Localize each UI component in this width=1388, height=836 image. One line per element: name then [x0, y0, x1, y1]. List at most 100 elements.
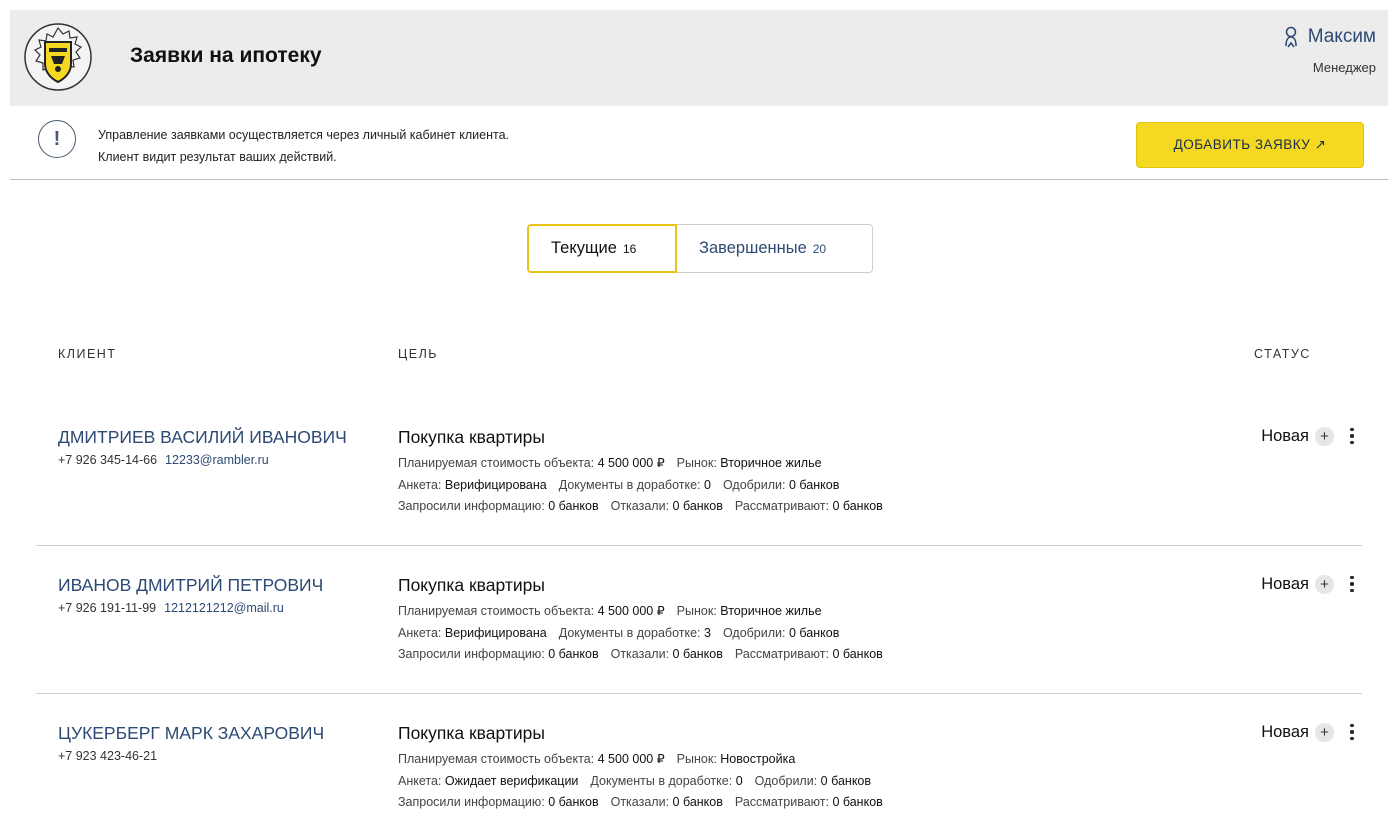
- table-row[interactable]: ДМИТРИЕВ ВАСИЛИЙ ИВАНОВИЧ +7 926 345-14-6…: [36, 425, 1362, 574]
- approved-label: Одобрили:: [722, 625, 786, 640]
- reviewing-label: Рассматривают:: [734, 795, 829, 809]
- requested-value: 0 банков: [548, 795, 599, 809]
- tab-label: Текущие: [551, 239, 617, 257]
- form-value: Верифицирована: [444, 477, 547, 492]
- row-divider: [36, 693, 1362, 694]
- client-contacts: +7 923 423-46-21: [58, 749, 157, 763]
- form-label: Анкета:: [398, 773, 442, 788]
- status-cell: Новая +: [1261, 425, 1362, 447]
- plus-icon[interactable]: +: [1315, 722, 1334, 742]
- market-label: Рынок:: [676, 752, 717, 766]
- user-icon: [1284, 26, 1297, 48]
- docs-value: 0: [735, 773, 743, 788]
- status-badge: Новая: [1261, 722, 1309, 741]
- goal-details: Планируемая стоимость объекта: 4 500 000…: [398, 453, 895, 518]
- goal-title: Покупка квартиры: [398, 427, 545, 447]
- rejected-value: 0 банков: [672, 499, 723, 513]
- status-badge: Новая: [1261, 574, 1309, 593]
- add-application-button[interactable]: ДОБАВИТЬ ЗАЯВКУ ↗: [1136, 122, 1364, 168]
- more-vertical-icon[interactable]: [1342, 721, 1362, 743]
- docs-label: Документы в доработке:: [558, 477, 701, 492]
- user-name[interactable]: Максим: [1308, 26, 1376, 48]
- docs-label: Документы в доработке:: [558, 625, 701, 640]
- price-value: 4 500 000 ₽: [597, 752, 665, 766]
- plus-icon[interactable]: +: [1315, 574, 1334, 594]
- more-vertical-icon[interactable]: [1342, 425, 1362, 447]
- client-name[interactable]: ДМИТРИЕВ ВАСИЛИЙ ИВАНОВИЧ: [58, 427, 347, 448]
- tab-count: 20: [812, 241, 827, 256]
- client-phone: +7 923 423-46-21: [58, 749, 158, 763]
- rejected-value: 0 банков: [672, 647, 723, 661]
- table-row[interactable]: ИВАНОВ ДМИТРИЙ ПЕТРОВИЧ +7 926 191-11-99 1…: [36, 573, 1362, 722]
- client-phone: +7 926 191-11-99: [58, 601, 157, 615]
- rejected-label: Отказали:: [610, 499, 670, 513]
- client-contacts: +7 926 191-11-99 1212121212@mail.ru: [58, 601, 284, 615]
- app-header: Заявки на ипотеку Максим Менеджер: [10, 10, 1388, 106]
- client-name[interactable]: ЦУКЕРБЕРГ МАРК ЗАХАРОВИЧ: [58, 723, 324, 744]
- goal-details: Планируемая стоимость объекта: 4 500 000…: [398, 749, 895, 814]
- notice-text: Управление заявками осуществляется через…: [98, 124, 509, 168]
- page-title: Заявки на ипотеку: [130, 44, 322, 67]
- market-value: Вторичное жилье: [720, 456, 822, 470]
- requested-label: Запросили информацию:: [398, 647, 545, 661]
- reviewing-label: Рассматривают:: [734, 499, 829, 513]
- column-header-client: КЛИЕНТ: [58, 347, 117, 361]
- column-header-goal: ЦЕЛЬ: [398, 347, 438, 361]
- price-label: Планируемая стоимость объекта:: [398, 752, 595, 766]
- client-email[interactable]: 1212121212@mail.ru: [164, 601, 284, 615]
- rejected-label: Отказали:: [610, 795, 670, 809]
- tab-current[interactable]: Текущие 16: [527, 224, 677, 273]
- status-cell: Новая +: [1261, 573, 1362, 595]
- plus-icon[interactable]: +: [1315, 426, 1334, 446]
- tab-completed[interactable]: Завершенные 20: [677, 224, 873, 273]
- status-cell: Новая +: [1261, 721, 1362, 743]
- rejected-label: Отказали:: [610, 647, 670, 661]
- exclamation-icon: !: [38, 120, 76, 158]
- form-label: Анкета:: [398, 625, 442, 640]
- tinkoff-shield-logo[interactable]: [23, 22, 93, 92]
- approved-label: Одобрили:: [722, 477, 786, 492]
- docs-value: 0: [704, 477, 711, 492]
- price-value: 4 500 000 ₽: [597, 456, 665, 470]
- more-vertical-icon[interactable]: [1342, 573, 1362, 595]
- notice-line-1: Управление заявками осуществляется через…: [98, 128, 510, 142]
- form-value: Ожидает верификации: [444, 773, 579, 788]
- reviewing-value: 0 банков: [832, 795, 883, 809]
- tab-count: 16: [622, 241, 637, 256]
- requested-label: Запросили информацию:: [398, 499, 545, 513]
- market-value: Вторичное жилье: [720, 604, 822, 618]
- approved-value: 0 банков: [788, 625, 840, 640]
- tabs: Текущие 16 Завершенные 20: [527, 224, 873, 273]
- price-label: Планируемая стоимость объекта:: [398, 604, 595, 618]
- approved-value: 0 банков: [788, 477, 840, 492]
- user-profile[interactable]: Максим Менеджер: [1282, 26, 1376, 75]
- rejected-value: 0 банков: [672, 795, 723, 809]
- client-phone: +7 926 345-14-66: [58, 453, 158, 467]
- approved-value: 0 банков: [820, 773, 872, 788]
- goal-title: Покупка квартиры: [398, 575, 545, 595]
- client-contacts: +7 926 345-14-66 12233@rambler.ru: [58, 453, 269, 467]
- market-label: Рынок:: [676, 604, 717, 618]
- notice-bar: ! Управление заявками осуществляется чер…: [10, 106, 1388, 180]
- requested-value: 0 банков: [548, 647, 599, 661]
- client-email[interactable]: 12233@rambler.ru: [165, 453, 269, 467]
- tab-label: Завершенные: [699, 239, 807, 257]
- client-name[interactable]: ИВАНОВ ДМИТРИЙ ПЕТРОВИЧ: [58, 575, 323, 596]
- form-value: Верифицирована: [444, 625, 547, 640]
- table-row[interactable]: ЦУКЕРБЕРГ МАРК ЗАХАРОВИЧ +7 923 423-46-21…: [36, 721, 1362, 836]
- goal-title: Покупка квартиры: [398, 723, 545, 743]
- market-value: Новостройка: [720, 752, 796, 766]
- reviewing-value: 0 банков: [832, 499, 883, 513]
- reviewing-label: Рассматривают:: [734, 647, 829, 661]
- price-label: Планируемая стоимость объекта:: [398, 456, 595, 470]
- goal-details: Планируемая стоимость объекта: 4 500 000…: [398, 601, 895, 666]
- approved-label: Одобрили:: [754, 773, 818, 788]
- docs-value: 3: [704, 625, 711, 640]
- column-header-status: СТАТУС: [1254, 347, 1311, 361]
- docs-label: Документы в доработке:: [590, 773, 733, 788]
- market-label: Рынок:: [676, 456, 717, 470]
- price-value: 4 500 000 ₽: [597, 604, 665, 618]
- reviewing-value: 0 банков: [832, 647, 883, 661]
- form-label: Анкета:: [398, 477, 442, 492]
- requested-label: Запросили информацию:: [398, 795, 545, 809]
